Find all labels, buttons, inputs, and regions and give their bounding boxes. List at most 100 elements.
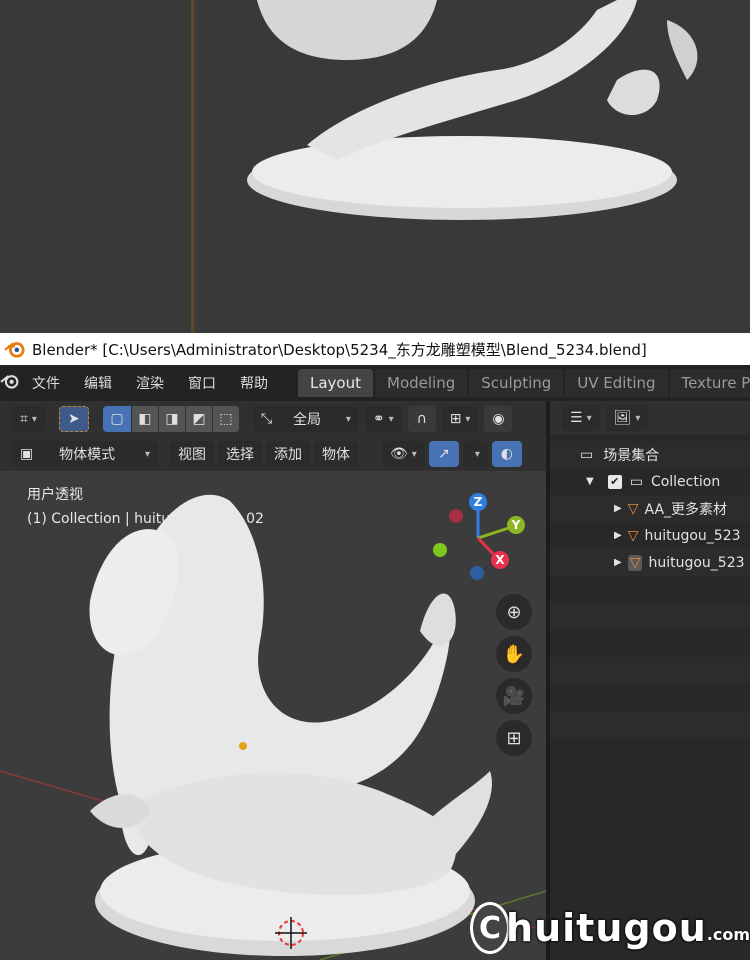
selection-mode-group: ▢ ◧ ◨ ◩ ⬚	[102, 406, 239, 432]
gizmo-dropdown[interactable]: ▾	[462, 441, 488, 467]
proportional-edit-toggle[interactable]: ◉	[484, 406, 513, 432]
outliner-empty-row	[550, 576, 750, 603]
select-subtract-button[interactable]: ◨	[158, 406, 185, 432]
outliner-scene-collection[interactable]: ▭ 场景集合	[550, 441, 750, 468]
menu-object[interactable]: 物体	[314, 441, 358, 467]
select-new-button[interactable]: ▢	[102, 406, 131, 432]
pan-button[interactable]: ✋	[496, 636, 532, 672]
top-viewport-panel	[0, 0, 750, 333]
gizmo-y-label: Y	[511, 518, 521, 532]
menu-add[interactable]: 添加	[266, 441, 310, 467]
overlay-toggle[interactable]: ◐	[491, 441, 522, 467]
outliner-header: ☰ ▾ 🖼 ▾	[550, 401, 750, 435]
outliner-object-row[interactable]: ▶ ▽ huitugou_523	[550, 549, 750, 576]
view-name-label: 用户透视	[27, 487, 83, 503]
transform-pivot-button[interactable]: ⌗ ▾	[12, 406, 45, 432]
tab-layout[interactable]: Layout	[298, 369, 373, 397]
tab-uv-editing[interactable]: UV Editing	[565, 369, 668, 397]
gizmo-z-label: Z	[474, 495, 483, 509]
blender-logo-icon	[4, 342, 25, 358]
proportional-icon: ◉	[492, 411, 505, 427]
viewport-header-tools: ⌗ ▾ ➤ ▢ ◧ ◨ ◩ ⬚ ⤡ 全局 ▾ ⚭ ▾ ∩ ⊞ ▾ ◉	[0, 401, 548, 437]
gizmo-icon: ↗	[437, 446, 450, 462]
collection-label: Collection	[650, 473, 721, 490]
gizmo-toggle[interactable]: ↗	[428, 441, 459, 467]
watermark-badge: C	[470, 902, 511, 954]
pivot-icon: ⌗	[20, 411, 28, 427]
menu-view[interactable]: 视图	[170, 441, 214, 467]
link-icon: ⚭	[372, 411, 385, 427]
object-mode-dropdown[interactable]: ▣ 物体模式 ▾	[12, 441, 158, 467]
cursor-arrow-icon: ➤	[68, 411, 80, 427]
select-extend-button[interactable]: ◧	[131, 406, 158, 432]
outliner-collection-row[interactable]: ▼ ✔ ▭ Collection	[550, 468, 750, 495]
select-box-icon: ▢	[110, 411, 124, 427]
outliner-object-row[interactable]: ▶ ▽ huitugou_523	[550, 522, 750, 549]
menu-help[interactable]: 帮助	[228, 373, 280, 393]
menu-select[interactable]: 选择	[218, 441, 262, 467]
object-mode-label: 物体模式	[59, 447, 116, 463]
zoom-button[interactable]: ⊕	[496, 594, 532, 630]
tab-texture-paint[interactable]: Texture Pain	[669, 369, 750, 397]
navigation-gizmo[interactable]: Z Y X	[430, 490, 530, 590]
camera-icon: 🎥	[502, 685, 526, 707]
expand-arrow-icon[interactable]: ▶	[614, 557, 622, 568]
workspace-tabs: Layout Modeling Sculpting UV Editing Tex…	[298, 369, 750, 397]
mesh-object-icon: ▽	[627, 527, 639, 544]
select-invert-button[interactable]: ◩	[185, 406, 212, 432]
select-intersect-icon: ⬚	[219, 411, 233, 427]
camera-view-button[interactable]: 🎥	[496, 678, 532, 714]
scene-collection-icon: ▭	[580, 446, 594, 463]
collection-box-icon: ▭	[629, 473, 643, 490]
scene-collection-label: 场景集合	[603, 447, 660, 464]
mesh-object-icon: ▽	[627, 554, 643, 571]
mesh-object-icon: ▽	[627, 500, 639, 517]
snap-grid-icon: ⊞	[449, 411, 462, 427]
snap-toggle[interactable]: ∩	[407, 406, 436, 432]
display-mode-dropdown[interactable]: ☰ ▾	[562, 405, 600, 431]
perspective-toggle-button[interactable]: ⊞	[496, 720, 532, 756]
select-intersect-button[interactable]: ⬚	[212, 406, 239, 432]
transform-orientation-dropdown[interactable]: ⤡ 全局 ▾	[252, 406, 359, 432]
outliner-empty-row	[550, 630, 750, 657]
gizmo-neg-y-handle[interactable]	[433, 543, 447, 557]
top-left-region	[0, 0, 194, 333]
outliner-empty-row	[550, 657, 750, 684]
outliner-object-row[interactable]: ▶ ▽ AA_更多素材	[550, 495, 750, 522]
select-extend-icon: ◧	[138, 411, 152, 427]
outliner-panel: ☰ ▾ 🖼 ▾ ▭ 场景集合 ▼ ✔ ▭ Collection ▶ ▽ AA_更多素…	[550, 401, 750, 960]
orientation-label: 全局	[293, 412, 321, 428]
tab-modeling[interactable]: Modeling	[375, 369, 468, 397]
magnet-icon: ∩	[416, 411, 427, 427]
visibility-dropdown[interactable]: 👁 ▾	[382, 441, 425, 467]
hand-icon: ✋	[502, 643, 526, 665]
select-tool-button[interactable]: ➤	[58, 406, 89, 432]
menu-window[interactable]: 窗口	[176, 373, 228, 393]
collection-checkbox[interactable]: ✔	[607, 474, 622, 489]
gizmo-neg-z-handle[interactable]	[470, 566, 484, 580]
gizmo-x-label: X	[495, 553, 505, 567]
zoom-magnifier-icon: ⊕	[506, 601, 522, 623]
blender-menu-icon[interactable]	[0, 372, 20, 394]
filter-image-icon: 🖼	[613, 410, 632, 426]
expand-arrow-icon[interactable]: ▶	[614, 503, 622, 514]
watermark-suffix: .com	[706, 924, 750, 944]
select-invert-icon: ◩	[192, 411, 206, 427]
eye-icon: 👁	[390, 446, 408, 462]
watermark: C huitugou .com	[470, 896, 750, 960]
filter-dropdown[interactable]: 🖼 ▾	[605, 405, 649, 431]
menu-edit[interactable]: 编辑	[72, 373, 124, 393]
expand-arrow-icon[interactable]: ▶	[614, 530, 622, 541]
overlay-icon: ◐	[500, 446, 513, 462]
menu-file[interactable]: 文件	[20, 373, 72, 393]
outliner-empty-row	[550, 684, 750, 711]
snap-settings-dropdown[interactable]: ⊞ ▾	[441, 406, 479, 432]
object-label: huitugou_523	[648, 554, 745, 571]
top-3d-viewport[interactable]	[197, 0, 750, 333]
window-titlebar: Blender* [C:\Users\Administrator\Desktop…	[0, 333, 750, 365]
tab-sculpting[interactable]: Sculpting	[469, 369, 564, 397]
gizmo-neg-x-handle[interactable]	[449, 509, 463, 523]
menu-render[interactable]: 渲染	[124, 373, 176, 393]
pivot-point-dropdown[interactable]: ⚭ ▾	[364, 406, 402, 432]
expand-arrow-icon[interactable]: ▼	[586, 476, 594, 487]
